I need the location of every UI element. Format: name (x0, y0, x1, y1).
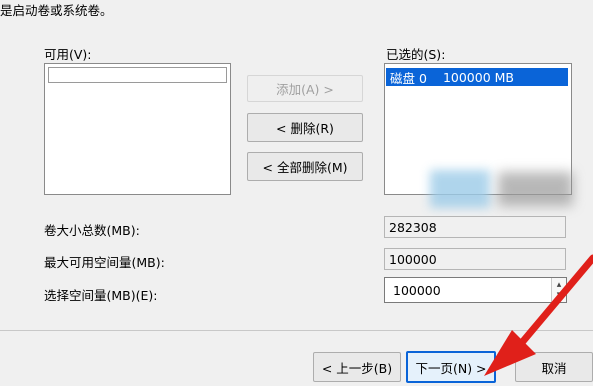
selected-disk-size: 100000 MB (442, 69, 514, 85)
blurred-watermark-blue (430, 170, 490, 208)
total-size-label: 卷大小总数(MB): (44, 223, 140, 238)
remove-button[interactable]: < 删除(R) (247, 113, 363, 142)
remove-all-button[interactable]: < 全部删除(M) (247, 152, 363, 181)
select-space-value: 100000 (393, 282, 441, 298)
selected-disk-name: 磁盘 0 (390, 70, 427, 86)
select-space-label: 选择空间量(MB)(E): (44, 288, 158, 303)
available-listbox[interactable] (44, 63, 231, 195)
add-button[interactable]: 添加(A) > (247, 75, 363, 102)
available-empty-row[interactable] (48, 67, 227, 83)
total-size-field: 282308 (384, 216, 566, 238)
total-size-value: 282308 (389, 219, 437, 235)
back-button[interactable]: < 上一步(B) (313, 352, 401, 382)
max-space-value: 100000 (389, 251, 437, 267)
selected-disk-row[interactable]: 磁盘 0 100000 MB (386, 68, 568, 86)
max-space-label: 最大可用空间量(MB): (44, 255, 165, 270)
red-arrow-icon (484, 254, 593, 376)
instruction-text: 是启动卷或系统卷。 (0, 3, 113, 18)
blurred-watermark-gray (498, 172, 573, 206)
available-label: 可用(V): (44, 47, 92, 62)
selected-label: 已选的(S): (386, 47, 446, 62)
